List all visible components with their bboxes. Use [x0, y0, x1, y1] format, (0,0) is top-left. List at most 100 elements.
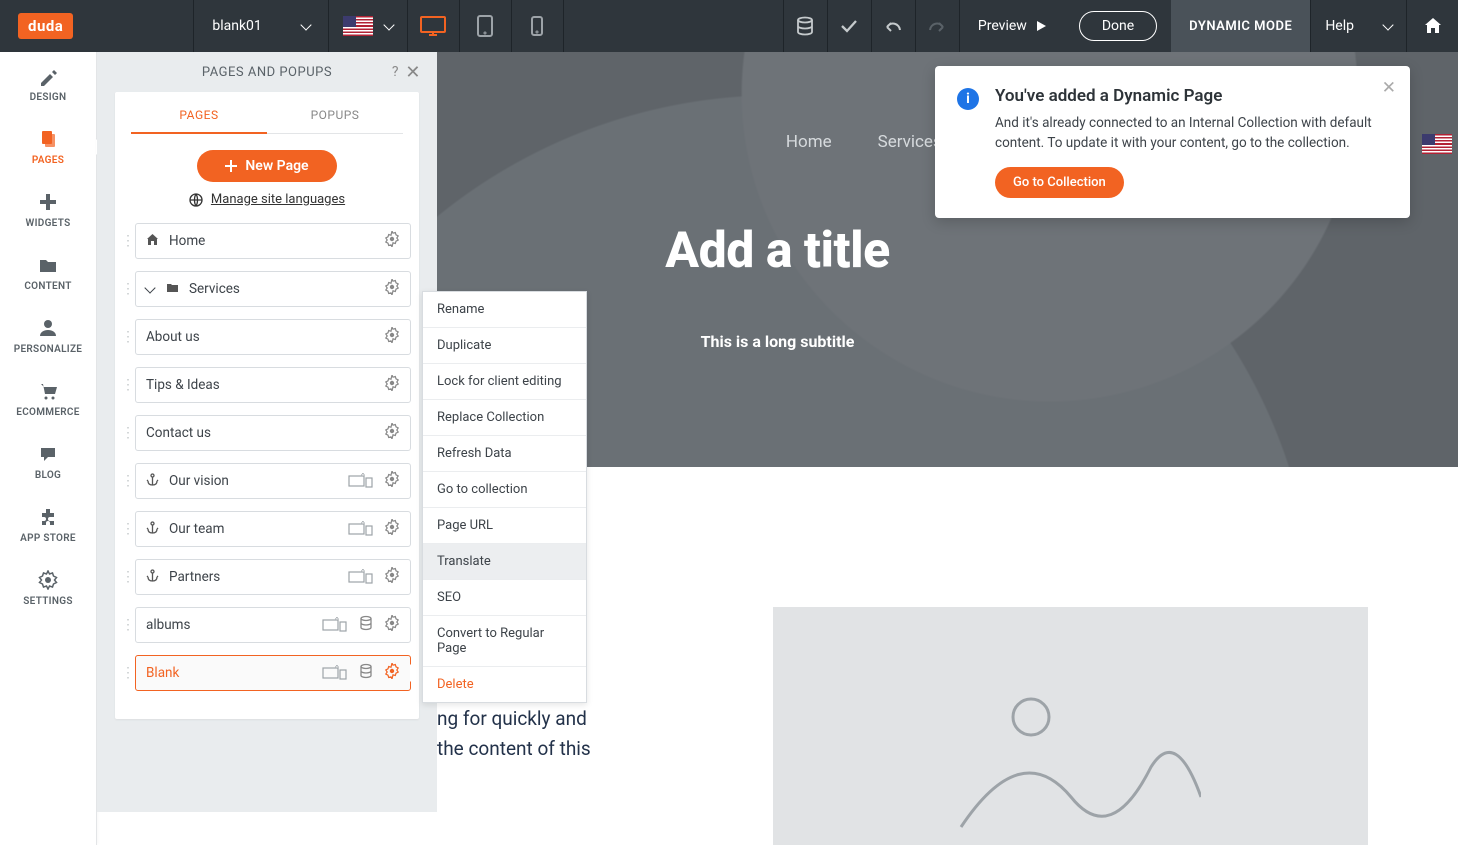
nav-blog[interactable]: BLOG: [0, 430, 96, 493]
gear-icon[interactable]: [384, 231, 400, 251]
context-menu-item[interactable]: Lock for client editing: [423, 364, 586, 400]
gear-icon[interactable]: [384, 615, 400, 635]
context-menu-item[interactable]: SEO: [423, 580, 586, 616]
mobile-view-button[interactable]: [512, 0, 564, 52]
chevron-down-icon: [300, 19, 311, 30]
image-placeholder[interactable]: [773, 607, 1368, 845]
page-item[interactable]: Our team ✕: [135, 511, 411, 547]
done-button[interactable]: Done: [1079, 11, 1157, 41]
close-icon[interactable]: ✕: [1382, 78, 1396, 98]
gear-icon[interactable]: [384, 663, 400, 683]
tablet-view-button[interactable]: [460, 0, 512, 52]
notification-body: And it's already connected to an Interna…: [995, 114, 1382, 153]
context-menu-item[interactable]: Replace Collection: [423, 400, 586, 436]
top-bar: duda blank01 Preview Done DYNAMIC MODE H…: [0, 0, 1458, 52]
para-frag: the content of this: [437, 737, 591, 760]
hero-title[interactable]: Add a title: [665, 222, 889, 280]
context-menu-item[interactable]: Refresh Data: [423, 436, 586, 472]
dynamic-mode-badge: DYNAMIC MODE: [1171, 0, 1310, 52]
page-item[interactable]: albums ✕: [135, 607, 411, 643]
nav-label: SETTINGS: [23, 596, 73, 607]
nav-design[interactable]: DESIGN: [0, 52, 96, 115]
hero-subtitle[interactable]: This is a long subtitle: [701, 332, 855, 351]
context-menu-item[interactable]: Go to collection: [423, 472, 586, 508]
help-icon[interactable]: ?: [392, 64, 399, 80]
undo-button[interactable]: [871, 0, 915, 52]
context-menu-item[interactable]: Convert to Regular Page: [423, 616, 586, 667]
panel-header: PAGES AND POPUPS ? ✕: [97, 52, 437, 92]
svg-text:✕: ✕: [360, 569, 366, 574]
logo: duda: [18, 13, 73, 39]
save-button[interactable]: [827, 0, 871, 52]
responsive-icon: ✕: [348, 521, 374, 537]
page-item[interactable]: Blank ✕: [135, 655, 411, 691]
page-name: albums: [146, 617, 312, 633]
page-row: ⋮⋮ Our team ✕: [135, 511, 411, 547]
page-row: ⋮⋮ Tips & Ideas: [135, 367, 411, 403]
page-row: ⋮⋮ About us: [135, 319, 411, 355]
page-name: Our vision: [169, 473, 338, 489]
nav-widgets[interactable]: WIDGETS: [0, 178, 96, 241]
nav-content[interactable]: CONTENT: [0, 241, 96, 304]
nav-ecommerce[interactable]: ECOMMERCE: [0, 367, 96, 430]
new-page-label: New Page: [245, 158, 308, 174]
gear-icon[interactable]: [384, 375, 400, 395]
nav-link-label: Services: [878, 132, 942, 152]
page-name: Our team: [169, 521, 338, 537]
nav-pages[interactable]: PAGES: [0, 115, 96, 178]
us-flag-icon: [343, 16, 373, 36]
context-menu-item[interactable]: Rename: [423, 292, 586, 328]
panel-tabs: PAGES POPUPS: [131, 92, 403, 134]
manage-languages-link[interactable]: Manage site languages: [115, 192, 419, 213]
gear-icon[interactable]: [384, 327, 400, 347]
preview-button[interactable]: Preview: [959, 0, 1065, 52]
svg-text:✕: ✕: [360, 521, 366, 526]
anchor-icon: [146, 473, 159, 490]
nav-label: ECOMMERCE: [16, 407, 79, 418]
context-menu-item[interactable]: Page URL: [423, 508, 586, 544]
site-language-flag[interactable]: [1422, 134, 1452, 154]
page-item[interactable]: Tips & Ideas: [135, 367, 411, 403]
database-icon: [358, 615, 374, 635]
gear-icon[interactable]: [384, 279, 400, 299]
language-selector[interactable]: [329, 0, 408, 52]
panel-body: PAGES POPUPS New Page Manage site langua…: [115, 92, 419, 719]
page-item[interactable]: About us: [135, 319, 411, 355]
page-item[interactable]: Home: [135, 223, 411, 259]
gear-icon[interactable]: [384, 471, 400, 491]
site-name: blank01: [212, 18, 261, 34]
nav-link-home[interactable]: Home: [786, 132, 832, 152]
redo-button[interactable]: [915, 0, 959, 52]
home-button[interactable]: [1406, 0, 1458, 52]
page-item[interactable]: Contact us: [135, 415, 411, 451]
new-page-button[interactable]: New Page: [197, 150, 336, 182]
page-item[interactable]: Our vision ✕: [135, 463, 411, 499]
nav-appstore[interactable]: APP STORE: [0, 493, 96, 556]
nav-label: WIDGETS: [26, 218, 71, 229]
database-button[interactable]: [783, 0, 827, 52]
page-item[interactable]: Partners ✕: [135, 559, 411, 595]
context-menu-item[interactable]: Duplicate: [423, 328, 586, 364]
nav-personalize[interactable]: PERSONALIZE: [0, 304, 96, 367]
desktop-view-button[interactable]: [408, 0, 460, 52]
tab-pages[interactable]: PAGES: [131, 100, 267, 134]
gear-icon[interactable]: [384, 423, 400, 443]
site-selector[interactable]: blank01: [193, 0, 328, 52]
svg-text:✕: ✕: [360, 473, 366, 478]
tab-popups[interactable]: POPUPS: [267, 100, 403, 133]
page-row: ⋮⋮ Our vision ✕: [135, 463, 411, 499]
context-menu-item[interactable]: Translate: [423, 544, 586, 580]
manage-languages-label: Manage site languages: [211, 192, 345, 207]
notification-title: You've added a Dynamic Page: [995, 86, 1382, 106]
close-icon[interactable]: ✕: [405, 62, 421, 83]
anchor-icon: [146, 521, 159, 538]
gear-icon[interactable]: [384, 519, 400, 539]
page-item[interactable]: Services: [135, 271, 411, 307]
context-menu-item[interactable]: Delete: [423, 667, 586, 702]
gear-icon[interactable]: [384, 567, 400, 587]
help-menu[interactable]: Help: [1310, 0, 1406, 52]
nav-settings[interactable]: SETTINGS: [0, 556, 96, 619]
panel-title: PAGES AND POPUPS: [202, 65, 332, 80]
go-to-collection-button[interactable]: Go to Collection: [995, 167, 1124, 198]
nav-label: PERSONALIZE: [14, 344, 83, 355]
